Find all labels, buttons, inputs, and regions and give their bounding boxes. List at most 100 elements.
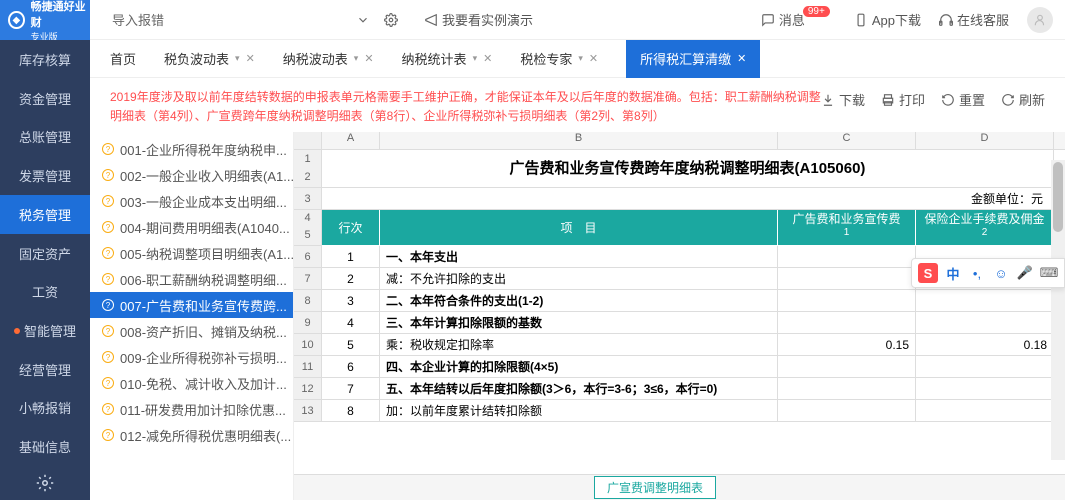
tree-item-10[interactable]: ?011-研发费用加计扣除优惠... xyxy=(90,396,293,422)
cell[interactable] xyxy=(916,290,1054,312)
cell[interactable]: 项 目 xyxy=(380,210,778,246)
cell[interactable]: 四、本企业计算的扣除限额(4×5) xyxy=(380,356,778,378)
print-button[interactable]: 打印 xyxy=(881,90,925,109)
cell[interactable] xyxy=(778,378,916,400)
tree-item-3[interactable]: ?004-期间费用明细表(A1040... xyxy=(90,214,293,240)
tree-item-7[interactable]: ?008-资产折旧、摊销及纳税... xyxy=(90,318,293,344)
tab-2[interactable]: 纳税波动表▾✕ xyxy=(283,40,374,78)
notice-text: 2019年度涉及取以前年度结转数据的申报表单元格需要手工维护正确，才能保证本年及… xyxy=(110,88,821,126)
cell[interactable]: 减：不允许扣除的支出 xyxy=(380,268,778,290)
col-b[interactable]: B xyxy=(380,132,778,149)
cell[interactable] xyxy=(778,400,916,422)
ime-punct-icon[interactable]: •, xyxy=(968,264,986,282)
sidebar-item-5[interactable]: 固定资产 xyxy=(0,234,90,273)
cell[interactable]: 4 xyxy=(322,312,380,334)
tab-3[interactable]: 纳税统计表▾✕ xyxy=(402,40,493,78)
cell[interactable] xyxy=(778,356,916,378)
scrollbar-vertical[interactable] xyxy=(1051,160,1065,460)
cell[interactable]: 三、本年计算扣除限额的基数 xyxy=(380,312,778,334)
ime-mic-icon[interactable]: 🎤 xyxy=(1016,264,1034,282)
close-icon[interactable]: ✕ xyxy=(737,52,746,65)
close-icon[interactable]: ✕ xyxy=(589,52,598,65)
tree-item-6[interactable]: ?007-广告费和业务宣传费跨... xyxy=(90,292,293,318)
cell[interactable] xyxy=(778,312,916,334)
tab-0[interactable]: 首页 xyxy=(110,40,136,78)
support-link[interactable]: 在线客服 xyxy=(939,10,1009,29)
cell[interactable]: 乘：税收规定扣除率 xyxy=(380,334,778,356)
refresh-button[interactable]: 刷新 xyxy=(1001,90,1045,109)
tree-item-0[interactable]: ?001-企业所得税年度纳税申... xyxy=(90,136,293,162)
sheet-tab-active[interactable]: 广宣费调整明细表 xyxy=(594,476,716,499)
ime-keyboard-icon[interactable]: ⌨ xyxy=(1040,264,1058,282)
cell[interactable] xyxy=(916,400,1054,422)
gear-icon[interactable] xyxy=(384,12,398,28)
demo-link[interactable]: 我要看实例演示 xyxy=(424,10,533,29)
close-icon[interactable]: ✕ xyxy=(246,52,255,65)
cell[interactable]: 1 xyxy=(322,246,380,268)
sidebar-item-7[interactable]: 智能管理 xyxy=(0,311,90,350)
tree-item-2[interactable]: ?003-一般企业成本支出明细... xyxy=(90,188,293,214)
cell[interactable] xyxy=(916,312,1054,334)
tree-item-1[interactable]: ?002-一般企业收入明细表(A1... xyxy=(90,162,293,188)
tab-5[interactable]: 所得税汇算清缴✕ xyxy=(626,40,760,78)
cell[interactable]: 7 xyxy=(322,378,380,400)
search-input[interactable]: 导入报错 xyxy=(112,10,164,29)
cell[interactable]: 0.18 xyxy=(916,334,1054,356)
sidebar-item-2[interactable]: 总账管理 xyxy=(0,117,90,156)
cell[interactable]: 一、本年支出 xyxy=(380,246,778,268)
cell[interactable]: 加：以前年度累计结转扣除额 xyxy=(380,400,778,422)
cell[interactable]: 二、本年符合条件的支出(1-2) xyxy=(380,290,778,312)
sidebar-item-8[interactable]: 经营管理 xyxy=(0,350,90,389)
app-download-link[interactable]: App下载 xyxy=(854,10,921,29)
tree-item-5[interactable]: ?006-职工薪酬纳税调整明细... xyxy=(90,266,293,292)
tree-item-4[interactable]: ?005-纳税调整项目明细表(A1... xyxy=(90,240,293,266)
cell[interactable]: 3 xyxy=(322,290,380,312)
cell[interactable]: 8 xyxy=(322,400,380,422)
tab-1[interactable]: 税负波动表▾✕ xyxy=(164,40,255,78)
cell[interactable] xyxy=(916,356,1054,378)
avatar[interactable] xyxy=(1027,7,1053,33)
ime-emoji-icon[interactable]: ☺ xyxy=(992,264,1010,282)
tree-item-11[interactable]: ?012-减免所得税优惠明细表(... xyxy=(90,422,293,448)
col-c[interactable]: C xyxy=(778,132,916,149)
sidebar-item-1[interactable]: 资金管理 xyxy=(0,79,90,118)
sidebar-item-4[interactable]: 税务管理 xyxy=(0,195,90,234)
cell[interactable]: 行次 xyxy=(322,210,380,246)
sidebar-item-9[interactable]: 小畅报销 xyxy=(0,389,90,428)
col-a[interactable]: A xyxy=(322,132,380,149)
cell[interactable] xyxy=(778,268,916,290)
chevron-down-icon: ▾ xyxy=(354,53,359,64)
close-icon[interactable]: ✕ xyxy=(483,52,492,65)
sidebar-item-0[interactable]: 库存核算 xyxy=(0,40,90,79)
chevron-down-icon[interactable] xyxy=(356,12,370,28)
tab-4[interactable]: 税检专家▾✕ xyxy=(520,40,598,78)
topbar: 导入报错 我要看实例演示 消息 99+ App下载 在线客服 xyxy=(0,0,1065,40)
close-icon[interactable]: ✕ xyxy=(364,52,373,65)
sidebar-item-10[interactable]: 基础信息 xyxy=(0,427,90,466)
cell[interactable]: 0.15 xyxy=(778,334,916,356)
cell[interactable] xyxy=(778,246,916,268)
help-icon: ? xyxy=(102,377,114,389)
cell[interactable]: 金额单位：元 xyxy=(322,188,1054,210)
cell[interactable] xyxy=(916,378,1054,400)
cell[interactable]: 5 xyxy=(322,334,380,356)
col-d[interactable]: D xyxy=(916,132,1054,149)
settings-gear-icon[interactable] xyxy=(0,466,90,500)
reset-button[interactable]: 重置 xyxy=(941,90,985,109)
help-icon: ? xyxy=(102,351,114,363)
sidebar-item-3[interactable]: 发票管理 xyxy=(0,156,90,195)
download-button[interactable]: 下载 xyxy=(821,90,865,109)
messages-link[interactable]: 消息 99+ xyxy=(761,10,836,29)
tree-item-8[interactable]: ?009-企业所得税弥补亏损明... xyxy=(90,344,293,370)
cell[interactable]: 6 xyxy=(322,356,380,378)
toolbar: 下载 打印 重置 刷新 xyxy=(821,88,1045,126)
cell[interactable] xyxy=(778,290,916,312)
cell[interactable]: 2 xyxy=(322,268,380,290)
help-icon: ? xyxy=(102,429,114,441)
cell[interactable]: 五、本年结转以后年度扣除额(3＞6，本行=3-6；3≤6，本行=0) xyxy=(380,378,778,400)
help-icon: ? xyxy=(102,247,114,259)
tree-item-9[interactable]: ?010-免税、减计收入及加计... xyxy=(90,370,293,396)
ime-toolbar[interactable]: S 中 •, ☺ 🎤 ⌨ xyxy=(911,258,1065,288)
ime-lang[interactable]: 中 xyxy=(944,264,962,282)
sidebar-item-6[interactable]: 工资 xyxy=(0,272,90,311)
